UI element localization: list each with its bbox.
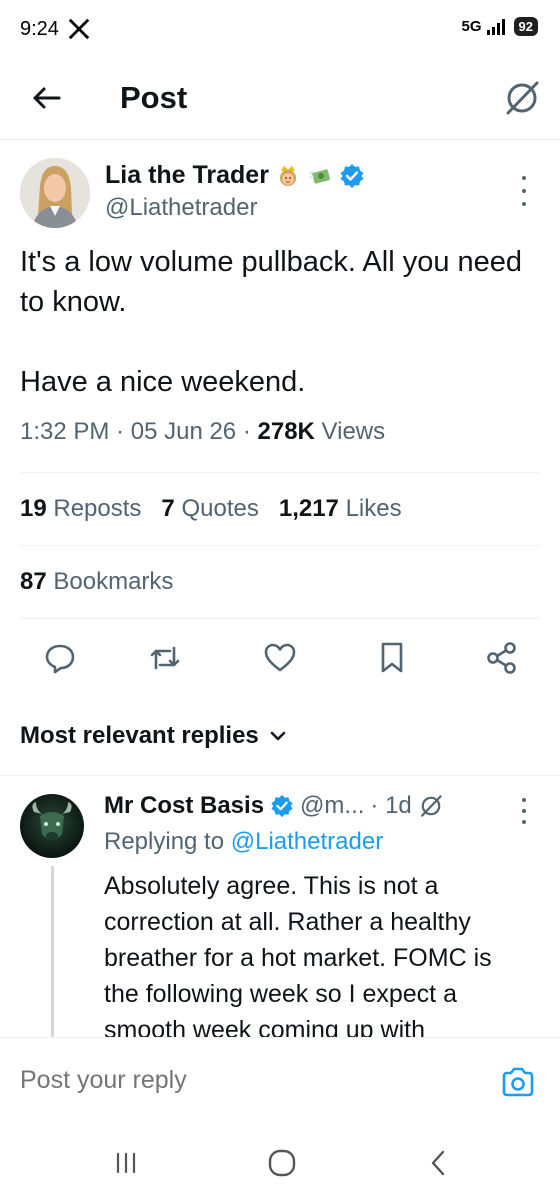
recent-apps-button[interactable] xyxy=(106,1143,146,1183)
like-button[interactable] xyxy=(262,640,298,676)
bookmarks-count: 87 xyxy=(20,568,47,595)
signal-icon xyxy=(486,18,505,35)
more-options-button[interactable] xyxy=(514,176,534,206)
post-meta: 1:32 PM · 05 Jun 26 · 278K Views xyxy=(20,418,386,445)
divider xyxy=(20,472,540,473)
share-icon xyxy=(487,642,516,674)
reply-more-options-button[interactable] xyxy=(514,798,534,824)
network-label: 5G xyxy=(461,18,482,35)
quotes-label: Quotes xyxy=(181,495,259,522)
quotes-stat[interactable]: 7 Quotes xyxy=(161,495,258,523)
reply-age: · 1d xyxy=(370,792,412,819)
action-bar xyxy=(0,640,560,680)
bookmark-button[interactable] xyxy=(374,640,410,676)
header: Post xyxy=(0,60,560,140)
author-name[interactable]: Lia the Trader xyxy=(105,161,269,190)
author-block[interactable]: Lia the Trader @Liathetrader xyxy=(105,161,365,222)
likes-stat[interactable]: 1,217 Likes xyxy=(279,495,402,523)
back-button[interactable] xyxy=(26,78,66,118)
views-count: 278K xyxy=(257,418,315,445)
grok-icon xyxy=(506,81,539,115)
avatar-portrait xyxy=(20,158,90,228)
reply-post[interactable]: Mr Cost Basis @m... · 1d Replying to @Li… xyxy=(0,775,560,1037)
page-title: Post xyxy=(120,80,188,115)
princess-emoji-icon xyxy=(279,165,296,186)
replying-to: Replying to @Liathetrader xyxy=(104,828,383,856)
share-button[interactable] xyxy=(484,640,520,676)
verified-badge-icon xyxy=(271,794,293,818)
recent-apps-icon xyxy=(116,1152,136,1174)
thread-line xyxy=(51,866,54,1037)
reposts-count: 19 xyxy=(20,495,47,522)
arrow-left-icon xyxy=(33,87,61,109)
status-indicators: 5G 92 xyxy=(462,17,538,36)
chevron-left-icon xyxy=(431,1150,445,1176)
heart-icon xyxy=(264,643,296,672)
reposts-stat[interactable]: 19 Reposts xyxy=(20,495,141,523)
post-date[interactable]: 05 Jun 26 xyxy=(131,418,236,445)
post-text: It's a low volume pullback. All you need… xyxy=(20,246,523,398)
home-button[interactable] xyxy=(262,1143,302,1183)
avatar[interactable] xyxy=(20,158,90,228)
reposts-label: Reposts xyxy=(53,495,142,522)
bookmarks-label: Bookmarks xyxy=(53,568,174,595)
reply-author-row: Mr Cost Basis @m... · 1d xyxy=(104,792,444,820)
battery-badge: 92 xyxy=(513,17,538,36)
engagement-stats: 19 Reposts 7 Quotes 1,217 Likes xyxy=(20,495,402,523)
home-icon xyxy=(268,1149,296,1177)
likes-count: 1,217 xyxy=(278,495,339,522)
reply-author-handle[interactable]: @m... xyxy=(300,792,364,820)
repost-icon xyxy=(150,646,180,670)
views-label: Views xyxy=(321,418,386,445)
likes-label: Likes xyxy=(345,495,402,522)
repost-button[interactable] xyxy=(147,640,183,676)
chevron-down-icon xyxy=(270,731,286,741)
system-back-button[interactable] xyxy=(418,1143,458,1183)
system-nav-bar xyxy=(0,1125,560,1200)
grok-button[interactable] xyxy=(500,76,544,120)
camera-button[interactable] xyxy=(498,1062,538,1102)
quotes-count: 7 xyxy=(161,495,175,522)
author-handle[interactable]: @Liathetrader xyxy=(105,194,365,222)
reply-author-name[interactable]: Mr Cost Basis xyxy=(104,792,264,820)
money-wings-emoji-icon xyxy=(308,168,331,184)
replying-mention-link[interactable]: @Liathetrader xyxy=(231,828,383,855)
reply-composer xyxy=(0,1037,560,1125)
divider xyxy=(20,618,540,619)
status-bar: 9:24 5G 92 xyxy=(0,0,560,60)
status-time: 9:24 xyxy=(20,18,59,40)
camera-icon xyxy=(502,1067,534,1097)
post-time[interactable]: 1:32 PM xyxy=(20,418,109,445)
avatar[interactable] xyxy=(20,794,84,858)
bison-avatar-icon xyxy=(32,802,72,840)
reply-text: Absolutely agree. This is not a correcti… xyxy=(104,872,492,1037)
reply-button[interactable] xyxy=(42,640,78,676)
bookmark-icon xyxy=(381,642,403,673)
x-logo-icon xyxy=(68,18,90,40)
verified-badge-icon xyxy=(340,163,364,188)
bookmarks-stat[interactable]: 87 Bookmarks xyxy=(20,568,173,596)
replying-prefix: Replying to xyxy=(104,828,225,855)
grok-icon[interactable] xyxy=(418,793,444,819)
comment-icon xyxy=(45,644,75,674)
divider xyxy=(20,545,540,546)
replies-sort-label: Most relevant replies xyxy=(20,722,259,749)
reply-input[interactable] xyxy=(20,1066,440,1095)
replies-sort-toggle[interactable]: Most relevant replies xyxy=(20,722,287,750)
